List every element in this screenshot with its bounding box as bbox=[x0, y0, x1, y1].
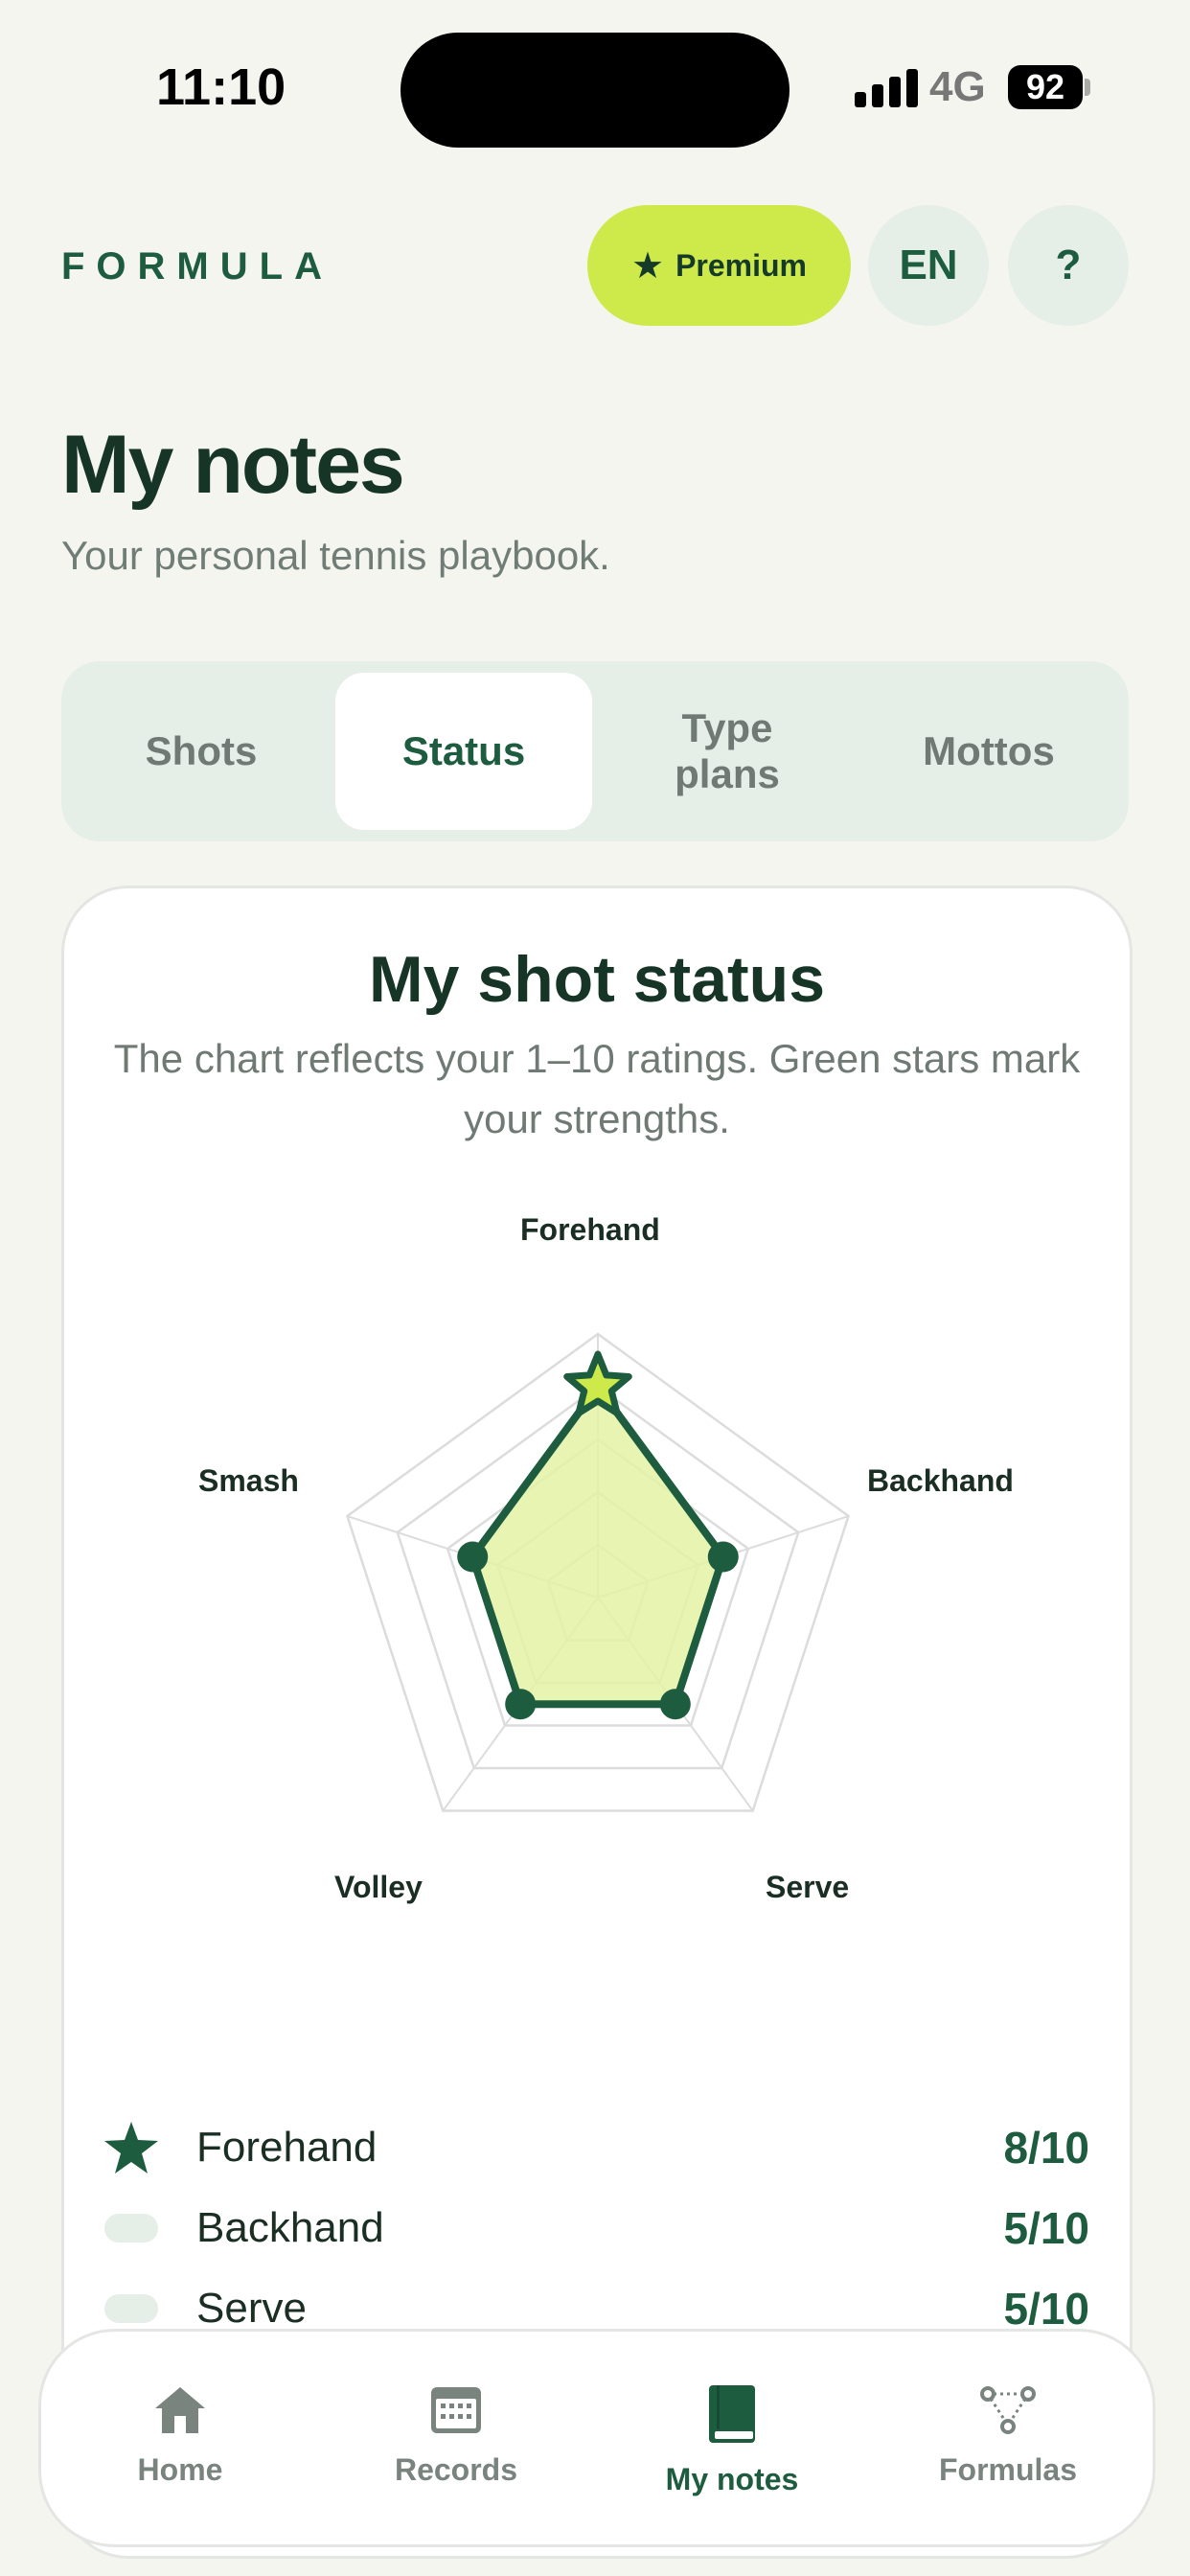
nav-label: Home bbox=[137, 2452, 223, 2487]
legend-value: 5/10 bbox=[1003, 2284, 1089, 2334]
legend-row-backhand: Backhand 5/10 bbox=[103, 2195, 1089, 2262]
radar-point-volley bbox=[505, 1689, 537, 1720]
calendar-icon bbox=[431, 2387, 481, 2433]
axis-label-serve: Serve bbox=[766, 1870, 850, 1904]
nav-formulas[interactable]: Formulas bbox=[898, 2385, 1118, 2488]
dynamic-island bbox=[400, 33, 790, 148]
radar-point-smash bbox=[457, 1541, 489, 1573]
status-time: 11:10 bbox=[156, 58, 286, 116]
axis-label-smash: Smash bbox=[198, 1463, 299, 1498]
legend-value: 5/10 bbox=[1003, 2203, 1089, 2253]
radar-point-star-forehand bbox=[563, 1350, 632, 1416]
page-title: My notes bbox=[61, 419, 405, 511]
nav-label: My notes bbox=[665, 2462, 799, 2496]
pill-icon bbox=[103, 2294, 160, 2323]
axis-label-backhand: Backhand bbox=[867, 1463, 1014, 1498]
nav-label: Formulas bbox=[938, 2452, 1078, 2487]
bottom-nav: Home Records My notes Formulas bbox=[38, 2329, 1156, 2547]
page-subtitle: Your personal tennis playbook. bbox=[61, 533, 610, 578]
tab-mottos[interactable]: Mottos bbox=[860, 673, 1117, 830]
formula-nodes-icon bbox=[980, 2386, 1036, 2434]
battery-icon: 92 bbox=[1008, 65, 1083, 109]
legend-value: 8/10 bbox=[1003, 2123, 1089, 2173]
star-icon bbox=[103, 2121, 160, 2174]
axis-label-volley: Volley bbox=[334, 1870, 423, 1904]
shot-status-card: My shot status The chart reflects your 1… bbox=[61, 886, 1133, 2559]
tab-shots[interactable]: Shots bbox=[73, 673, 330, 830]
tab-status[interactable]: Status bbox=[335, 673, 592, 830]
legend-row-forehand: Forehand 8/10 bbox=[103, 2114, 1089, 2181]
language-button[interactable]: EN bbox=[868, 205, 989, 326]
nav-my-notes[interactable]: My notes bbox=[622, 2385, 842, 2497]
premium-label: Premium bbox=[675, 247, 807, 283]
signal-icon bbox=[855, 69, 918, 107]
battery-tip bbox=[1085, 79, 1090, 96]
home-icon bbox=[155, 2387, 205, 2433]
star-icon: ★ bbox=[630, 245, 665, 287]
legend-name: Backhand bbox=[196, 2204, 384, 2251]
premium-button[interactable]: ★ Premium bbox=[587, 205, 851, 326]
axis-label-forehand: Forehand bbox=[520, 1212, 660, 1247]
network-type: 4G bbox=[929, 63, 986, 110]
notes-tabs: Shots Status Type plans Mottos bbox=[61, 661, 1129, 841]
radar-data-area bbox=[469, 1383, 727, 1709]
nav-home[interactable]: Home bbox=[70, 2385, 290, 2488]
help-button[interactable]: ? bbox=[1008, 205, 1129, 326]
tab-type-plans[interactable]: Type plans bbox=[598, 673, 857, 830]
legend-name: Serve bbox=[196, 2285, 307, 2332]
legend-name: Forehand bbox=[196, 2124, 378, 2171]
nav-records[interactable]: Records bbox=[346, 2385, 566, 2488]
radar-point-serve bbox=[659, 1689, 691, 1720]
brand-logo: FORMULA bbox=[61, 245, 333, 288]
book-icon bbox=[709, 2385, 755, 2443]
pill-icon bbox=[103, 2214, 160, 2242]
nav-label: Records bbox=[394, 2452, 518, 2487]
radar-point-backhand bbox=[707, 1541, 739, 1573]
